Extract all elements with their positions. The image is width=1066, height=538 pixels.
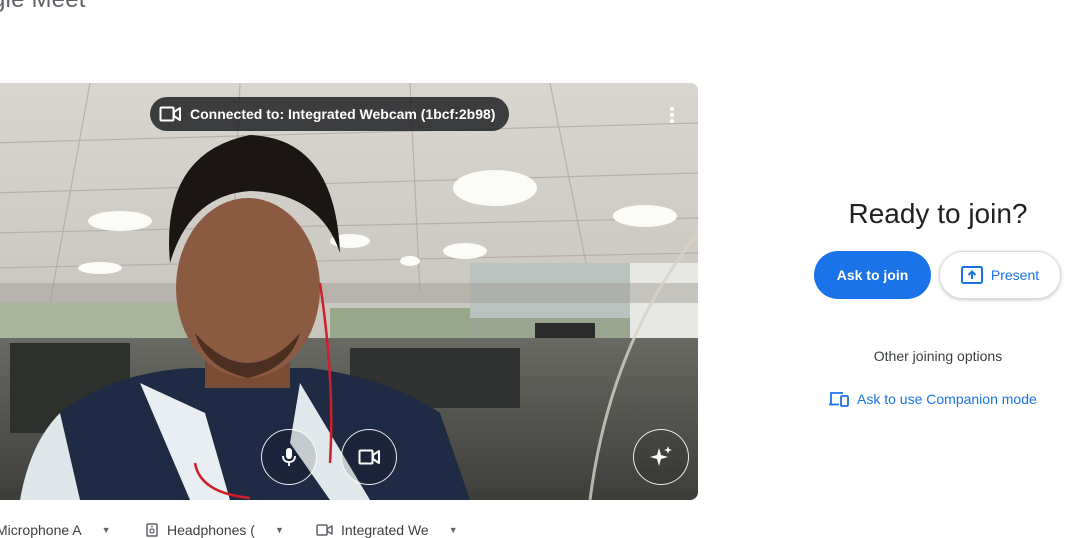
chevron-down-icon: ▼ (274, 525, 284, 535)
present-to-all-icon (960, 266, 983, 284)
mic-icon (282, 448, 296, 466)
microphone-toggle-button[interactable] (261, 429, 317, 485)
devices-icon (829, 392, 849, 407)
chevron-down-icon: ▼ (101, 525, 111, 535)
camera-toggle-button[interactable] (341, 429, 397, 485)
video-camera-icon (358, 449, 380, 465)
ask-to-join-button[interactable]: Ask to join (814, 251, 931, 299)
visual-effects-button[interactable] (633, 429, 689, 485)
companion-mode-label: Ask to use Companion mode (857, 391, 1037, 407)
camera-status-pill: Connected to: Integrated Webcam (1bcf:2b… (150, 97, 510, 131)
more-vert-icon (670, 107, 674, 123)
video-camera-icon (316, 524, 333, 536)
chevron-down-icon: ▼ (448, 525, 458, 535)
app-logo-text: gle Meet (0, 0, 86, 14)
speaker-icon (146, 523, 158, 537)
ready-to-join-title: Ready to join? (848, 198, 1028, 229)
other-joining-options-heading: Other joining options (873, 348, 1003, 364)
camera-status-text: Connected to: Integrated Webcam (1bcf:2b… (190, 106, 496, 122)
companion-mode-link[interactable]: Ask to use Companion mode (829, 391, 1037, 407)
more-options-button[interactable] (660, 103, 684, 127)
present-button-label: Present (990, 267, 1040, 283)
video-preview: Connected to: Integrated Webcam (1bcf:2b… (0, 83, 698, 500)
present-button[interactable]: Present (939, 251, 1061, 299)
sparkle-icon (650, 446, 672, 466)
video-camera-icon (158, 102, 182, 126)
